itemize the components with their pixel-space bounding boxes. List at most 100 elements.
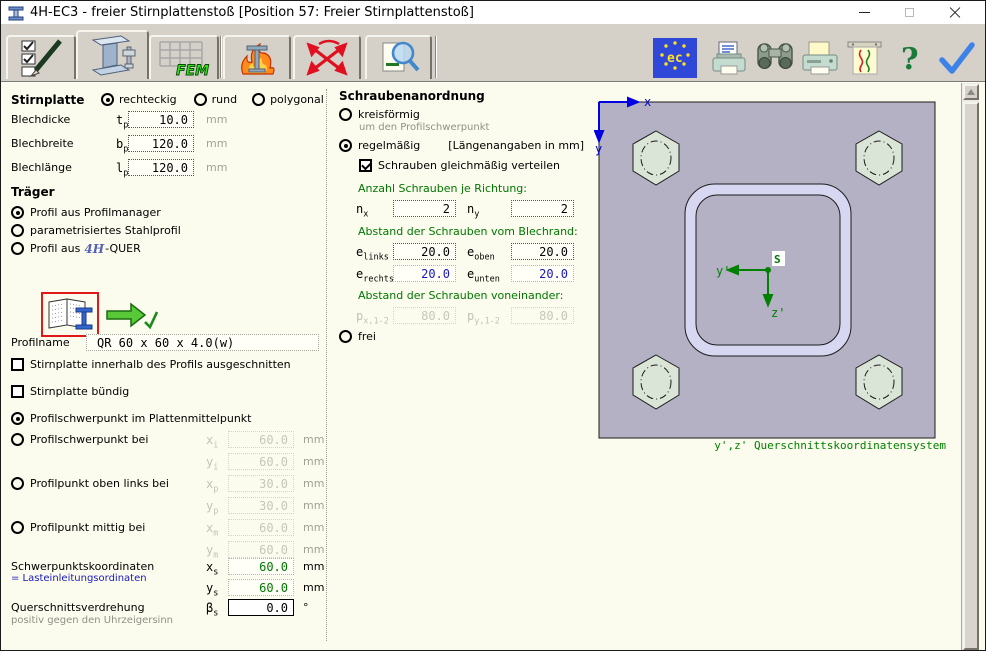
radio-oben-links-label: Profilpunkt oben links bei [30,477,169,490]
close-button[interactable] [932,1,977,23]
tab-fem[interactable]: FEM [149,35,219,79]
xi-input: 60.0 [228,431,294,448]
xm-symbol: xm [206,521,218,538]
protocol-button[interactable] [846,38,884,78]
blechlaenge-symbol: lp [116,161,128,178]
checkbox-buendig[interactable] [11,385,24,398]
radio-oben-links[interactable] [11,477,24,490]
radio-frei[interactable] [339,330,352,343]
axis-x-label: x [644,95,651,109]
radio-rechteckig[interactable] [101,93,114,106]
minimize-icon [859,12,870,13]
erechts-symbol: erechts [356,267,394,284]
maximize-button[interactable] [887,1,932,23]
radio-mittig[interactable] [11,521,24,534]
blechbreite-unit: mm [206,137,227,150]
close-icon [949,7,960,18]
xp-input: 30.0 [228,475,294,492]
search-button[interactable] [754,38,796,78]
axis-zs-label: z' [771,306,785,320]
checkbox-buendig-label: Stirnplatte bündig [30,385,129,398]
blechdicke-unit: mm [206,113,227,126]
radio-profilmanager[interactable] [11,206,24,219]
verdrehung-row: Querschnittsverdrehung [11,599,145,616]
radio-parametrisiert[interactable] [11,224,24,237]
pos2-row: Profilpunkt oben links bei [11,475,169,492]
xp-unit: mm [303,477,324,490]
ym-unit: mm [303,543,324,556]
window-title: 4H-EC3 - freier Stirnplattenstoß [Positi… [30,5,474,20]
nx-input[interactable]: 2 [393,200,456,217]
ys-symbol: ys [206,581,218,598]
traeger-heading: Träger [11,185,55,199]
profilname-input[interactable]: QR 60 x 60 x 4.0(w) [86,334,319,351]
schrauben-heading: Schraubenanordnung [339,89,485,103]
vertical-scrollbar[interactable] [961,83,979,651]
tab-schnittgroessen[interactable] [293,35,361,79]
tab-brandschutz[interactable] [223,35,291,79]
confirm-button[interactable] [937,40,977,76]
confirm-check-icon [937,40,977,76]
centroid-point [765,267,771,273]
apply-profile-action[interactable] [105,299,159,335]
axis-y-label: y [595,142,602,156]
ny-symbol: ny [467,202,479,219]
elinks-input[interactable]: 20.0 [393,243,456,260]
radio-schwerpunkt-bei[interactable] [11,433,24,446]
radio-profilmanager-label: Profil aus Profilmanager [30,206,161,219]
svg-text:?: ? [901,42,919,76]
blechbreite-label: Blechbreite [11,137,74,150]
profilmanager-button[interactable] [41,292,99,337]
scrollbar-up-button[interactable] [963,84,979,100]
checkbox-ausgeschnitten[interactable] [11,358,24,371]
stirnplatte-heading-row: Stirnplatte [11,91,84,108]
toolbar: FEM [1,24,985,81]
stirnplatte-heading: Stirnplatte [11,93,84,107]
yp-unit: mm [303,499,324,512]
radio-quer-label: Profil aus [30,242,80,255]
plate-graphic: x y S y' z' y',z' Querschnittskoordinate… [594,95,950,457]
ny-input[interactable]: 2 [511,200,574,217]
steel-beam-icon [87,34,139,78]
radio-rund[interactable] [194,93,207,106]
toolbar-divider [220,36,222,78]
laengenangaben-info: [Längenangaben in mm] [448,139,584,152]
blechbreite-input[interactable]: 120.0 [128,135,194,152]
checkbox-verteilen[interactable] [359,159,372,172]
radio-kreisfoermig[interactable] [339,108,352,121]
ym-input: 60.0 [228,541,294,558]
blechbreite-row: Blechbreite [11,135,74,152]
eunten-symbol: eunten [467,267,500,284]
minimize-button[interactable] [842,1,887,23]
scrollbar-thumb[interactable] [963,102,979,650]
blechbreite-symbol: bp [116,137,128,154]
radio-schwerpunkt-bei-label: Profilschwerpunkt bei [30,433,148,446]
tab-eingabe[interactable] [6,35,76,79]
eoben-input[interactable]: 20.0 [511,243,574,260]
help-button[interactable]: ? [897,40,927,76]
tab-vorschau[interactable] [365,35,432,79]
checkbox-verteilen-label: Schrauben gleichmäßig verteilen [378,159,560,172]
eurocode-button[interactable]: ec [653,38,697,78]
px-input: 80.0 [393,307,456,324]
radio-polygonal[interactable] [252,93,265,106]
blechlaenge-input[interactable]: 120.0 [128,159,194,176]
ys-output: 60.0 [228,579,294,596]
beta-input[interactable]: 0.0 [228,599,294,616]
up-arrow-icon [967,89,975,95]
radio-quer[interactable] [11,242,24,255]
print-button[interactable] [801,40,839,76]
maximize-icon [905,8,914,17]
tab-profil-selected[interactable] [76,30,149,79]
toolbar-divider [435,36,437,78]
question-mark-icon: ? [897,40,927,76]
radio-schwerpunkt-mittelpunkt[interactable] [11,412,24,425]
radio-regelmaessig[interactable] [339,139,352,152]
print-preview-button[interactable] [711,40,749,76]
verdrehung-note: positiv gegen den Uhrzeigersinn [11,615,173,626]
tearoff-sheet-icon [846,38,884,78]
parametrisiert-option: parametrisiertes Stahlprofil [11,222,181,239]
profilname-row: Profilname [11,334,70,351]
title-bar: 4H-EC3 - freier Stirnplattenstoß [Positi… [1,1,985,24]
blechdicke-input[interactable]: 10.0 [128,111,194,128]
